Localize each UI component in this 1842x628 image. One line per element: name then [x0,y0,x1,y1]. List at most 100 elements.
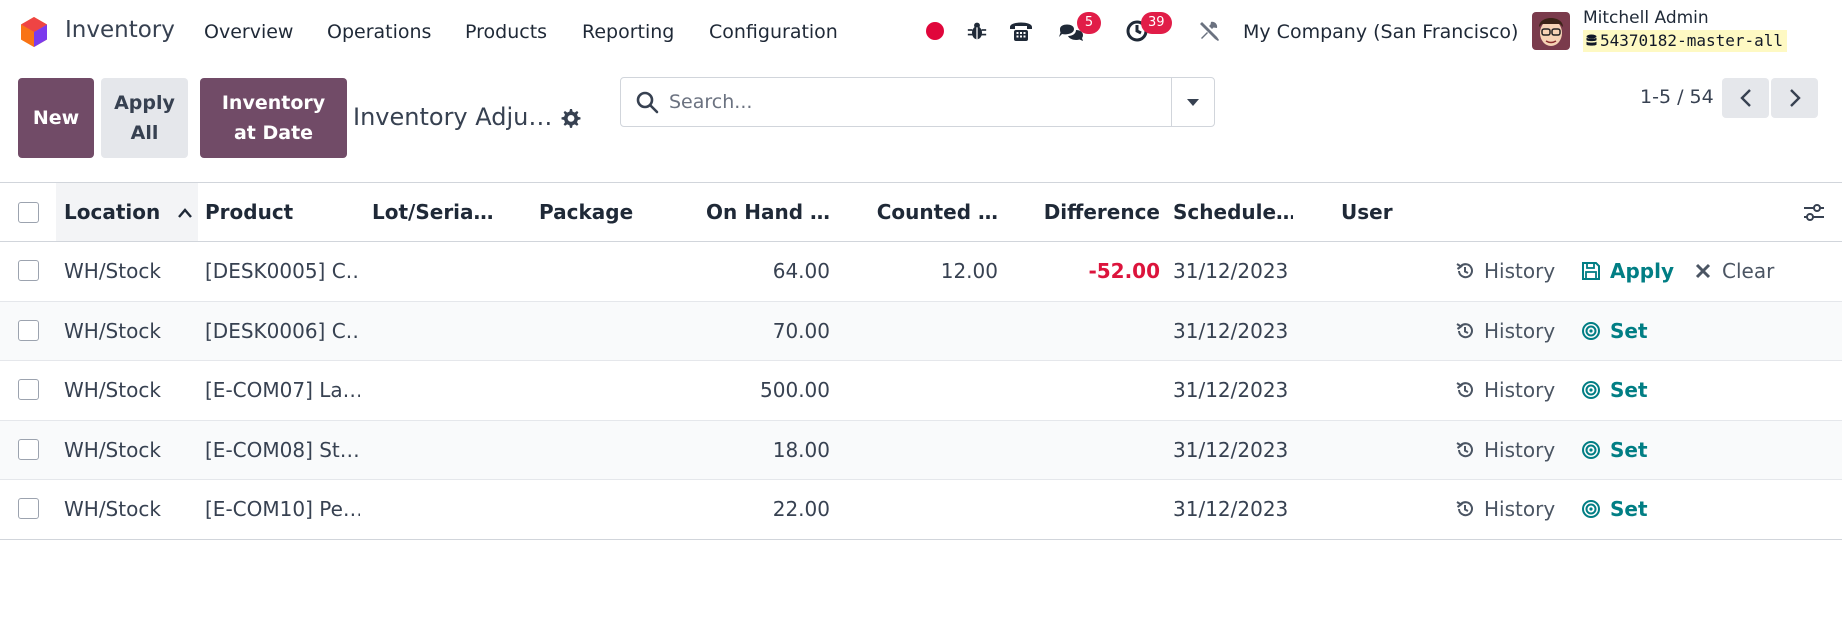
caret-down-icon [1187,99,1199,106]
search-input[interactable] [669,78,1159,126]
history-icon [1456,322,1473,338]
history-icon [1456,501,1473,517]
cell-location: WH/Stock [64,378,161,402]
table-header: Location Product Lot/Seria… Package On H… [0,182,1842,242]
column-package[interactable]: Package [539,183,659,241]
cell-product: [E-COM10] Pe… [205,497,360,521]
inventory-app-logo-icon[interactable] [19,16,49,48]
select-all-checkbox[interactable] [18,202,39,223]
search-icon [636,91,659,114]
history-button[interactable]: History [1455,361,1555,419]
sort-ascending-icon [178,208,193,218]
database-name: 54370182-master-all [1583,30,1788,52]
target-icon [1582,381,1600,399]
column-lot-serial[interactable]: Lot/Seria… [372,183,497,241]
history-label: History [1484,497,1556,521]
table-row[interactable]: WH/Stock [E-COM08] St… 18.00 31/12/2023 … [0,420,1842,480]
pager-previous-button[interactable] [1722,78,1769,118]
column-user[interactable]: User [1341,183,1421,241]
menu-operations[interactable]: Operations [327,21,431,43]
user-name[interactable]: Mitchell Admin [1583,8,1709,28]
database-icon [1586,34,1597,46]
cell-on-hand: 18.00 [772,437,830,462]
new-button[interactable]: New [18,78,94,158]
menu-reporting[interactable]: Reporting [582,21,674,43]
cell-product: [E-COM07] La… [205,378,360,402]
menu-overview[interactable]: Overview [204,21,293,43]
history-icon [1456,382,1473,398]
row-checkbox[interactable] [18,379,39,400]
history-button[interactable]: History [1455,302,1555,360]
cell-scheduled-date: 31/12/2023 [1173,259,1289,283]
set-label: Set [1610,437,1648,462]
row-checkbox[interactable] [18,498,39,519]
column-location[interactable]: Location [64,183,194,241]
cell-counted[interactable] [848,480,998,538]
cell-difference [1020,361,1160,419]
optional-columns-sliders-icon[interactable] [1803,202,1825,224]
row-checkbox[interactable] [18,438,39,460]
cell-counted[interactable]: 12.00 [848,242,998,300]
app-name[interactable]: Inventory [65,17,175,43]
column-scheduled-date[interactable]: Schedule… [1173,183,1293,241]
column-product[interactable]: Product [205,183,355,241]
search-bar [620,77,1172,127]
apply-all-button[interactable]: Apply All [101,78,188,158]
company-switcher[interactable]: My Company (San Francisco) [1243,21,1518,43]
debug-bug-icon[interactable] [964,18,990,44]
activities-count-badge: 39 [1141,12,1172,34]
column-on-hand[interactable]: On Hand … [680,183,830,241]
cell-product: [DESK0005] C… [205,259,360,283]
apply-button[interactable]: Apply [1581,242,1674,300]
gear-icon[interactable] [558,107,582,131]
menu-configuration[interactable]: Configuration [709,21,838,43]
set-button[interactable]: Set [1581,421,1648,479]
page-title: Inventory Adju… [353,103,553,131]
history-button[interactable]: History [1455,421,1555,479]
history-label: History [1484,318,1556,343]
cell-counted[interactable] [848,302,998,360]
table-body: WH/Stock [DESK0005] C… 64.00 12.00 -52.0… [0,242,1842,540]
clear-button[interactable]: Clear [1693,242,1774,300]
cell-scheduled-date: 31/12/2023 [1173,437,1289,462]
pager-value[interactable]: 1-5 / 54 [1640,86,1714,108]
phone-icon[interactable] [1008,18,1034,44]
apply-label: Apply [1610,259,1675,283]
top-navbar: Inventory Overview Operations Products R… [0,0,1842,62]
menu-products[interactable]: Products [465,21,547,43]
set-label: Set [1610,497,1648,521]
pager-next-button[interactable] [1771,78,1818,118]
table-row[interactable]: WH/Stock [DESK0006] C… 70.00 31/12/2023 … [0,301,1842,361]
row-checkbox[interactable] [18,260,39,281]
column-counted[interactable]: Counted … [848,183,998,241]
cell-difference: -52.00 [1088,259,1160,283]
table-row[interactable]: WH/Stock [E-COM10] Pe… 22.00 31/12/2023 … [0,480,1842,540]
database-name-text: 54370182-master-all [1600,31,1784,50]
table-row[interactable]: WH/Stock [DESK0005] C… 64.00 12.00 -52.0… [0,242,1842,302]
history-button[interactable]: History [1455,242,1555,300]
history-icon [1456,263,1473,279]
inventory-at-date-button[interactable]: Inventory at Date [200,78,347,158]
cell-scheduled-date: 31/12/2023 [1173,318,1289,343]
cell-scheduled-date: 31/12/2023 [1173,378,1289,402]
recording-icon[interactable] [922,18,948,44]
tools-icon[interactable] [1196,18,1222,44]
user-avatar[interactable] [1532,12,1570,50]
set-label: Set [1610,378,1648,402]
cell-counted[interactable] [848,421,998,479]
search-options-toggle[interactable] [1171,77,1215,127]
set-button[interactable]: Set [1581,480,1648,538]
chevron-left-icon [1739,89,1751,107]
history-icon [1456,441,1473,457]
history-button[interactable]: History [1455,480,1555,538]
set-button[interactable]: Set [1581,361,1648,419]
cell-difference [1020,421,1160,479]
cell-counted[interactable] [848,361,998,419]
target-icon [1582,500,1600,518]
column-difference[interactable]: Difference [1020,183,1160,241]
row-checkbox[interactable] [18,319,39,341]
cell-location: WH/Stock [64,497,161,521]
table-row[interactable]: WH/Stock [E-COM07] La… 500.00 31/12/2023… [0,361,1842,421]
set-button[interactable]: Set [1581,302,1648,360]
close-icon [1695,263,1711,279]
